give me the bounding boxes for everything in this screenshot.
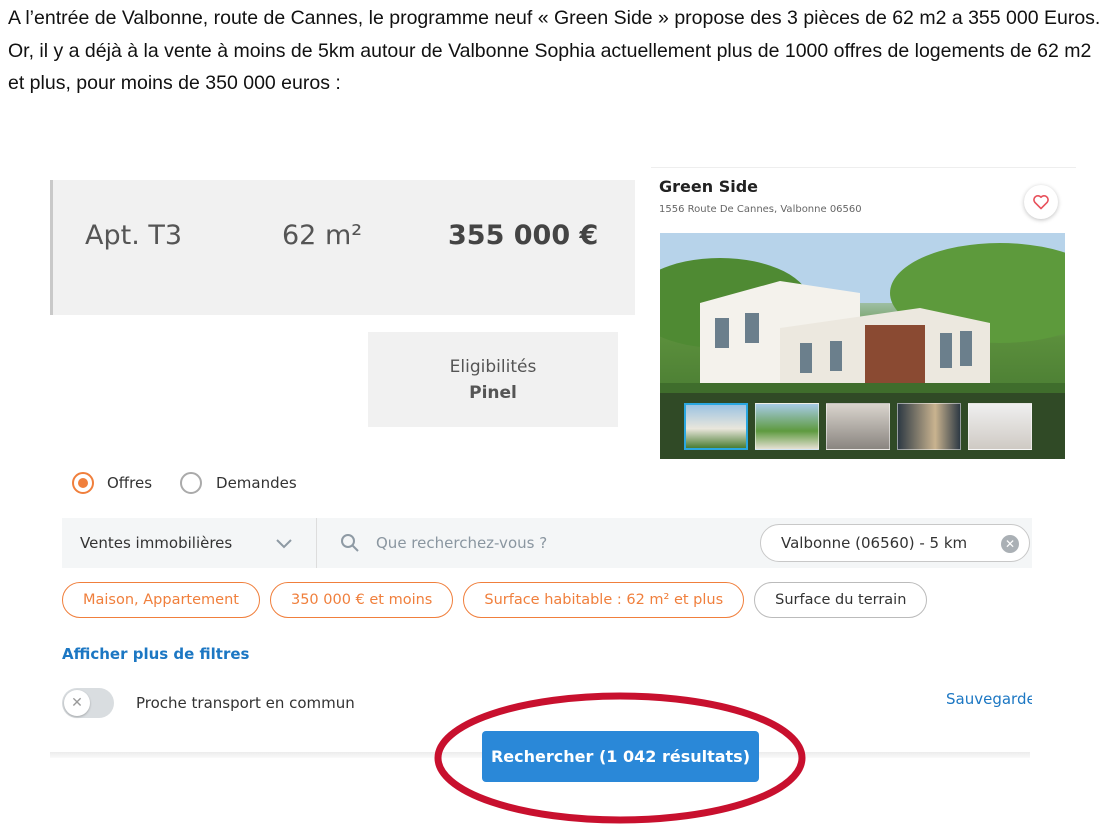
highlight-ellipse-annotation bbox=[434, 692, 806, 824]
toggle-off-icon: ✕ bbox=[64, 690, 90, 716]
radio-requests-label[interactable]: Demandes bbox=[216, 474, 297, 492]
thumbnail[interactable] bbox=[897, 402, 961, 450]
category-select[interactable]: Ventes immobilières bbox=[62, 518, 317, 568]
more-filters-link[interactable]: Afficher plus de filtres bbox=[62, 645, 249, 663]
location-filter[interactable]: Valbonne (06560) - 5 km ✕ bbox=[760, 524, 1030, 562]
search-input[interactable] bbox=[374, 533, 718, 553]
intro-paragraph: A l’entrée de Valbonne, route de Cannes,… bbox=[8, 7, 1101, 94]
filter-chips: Maison, Appartement 350 000 € et moins S… bbox=[62, 582, 928, 618]
listing-summary: Apt. T3 62 m² 355 000 € bbox=[50, 180, 635, 315]
eligibility-value: Pinel bbox=[469, 382, 517, 403]
program-title[interactable]: Green Side bbox=[659, 177, 758, 196]
program-photo[interactable] bbox=[660, 233, 1065, 459]
heart-icon bbox=[1033, 195, 1049, 210]
clear-location-icon[interactable]: ✕ bbox=[1001, 535, 1019, 553]
offer-type-radio-group: Offres Demandes bbox=[72, 472, 297, 494]
program-card[interactable]: Green Side 1556 Route De Cannes, Valbonn… bbox=[651, 167, 1076, 460]
thumbnail-strip bbox=[660, 393, 1065, 459]
chip-price[interactable]: 350 000 € et moins bbox=[269, 582, 454, 618]
chip-land-area[interactable]: Surface du terrain bbox=[754, 582, 928, 618]
save-search-button[interactable]: Sauvegarder bbox=[936, 690, 1032, 708]
transport-toggle-label[interactable]: Proche transport en commun bbox=[136, 694, 355, 712]
radio-offers-label[interactable]: Offres bbox=[107, 474, 152, 492]
category-value: Ventes immobilières bbox=[80, 534, 233, 552]
thumbnail[interactable] bbox=[968, 402, 1032, 450]
eligibility-label: Eligibilités bbox=[449, 356, 537, 377]
thumbnail[interactable] bbox=[826, 402, 890, 450]
apartment-price: 355 000 € bbox=[448, 220, 599, 251]
apartment-type: Apt. T3 bbox=[85, 220, 183, 251]
chip-property-type[interactable]: Maison, Appartement bbox=[62, 582, 260, 618]
search-icon bbox=[341, 534, 359, 552]
transport-toggle[interactable]: ✕ bbox=[62, 688, 114, 718]
program-address: 1556 Route De Cannes, Valbonne 06560 bbox=[659, 204, 862, 215]
favorite-button[interactable] bbox=[1024, 185, 1058, 219]
eligibility-box: Eligibilités Pinel bbox=[368, 332, 618, 427]
chevron-down-icon bbox=[276, 539, 292, 549]
location-value: Valbonne (06560) - 5 km bbox=[781, 534, 968, 552]
search-bar: Ventes immobilières Valbonne (06560) - 5… bbox=[62, 518, 1032, 568]
radio-offers[interactable] bbox=[72, 472, 94, 494]
thumbnail[interactable] bbox=[755, 402, 819, 450]
radio-requests[interactable] bbox=[180, 472, 203, 494]
apartment-area: 62 m² bbox=[282, 220, 363, 251]
thumbnail[interactable] bbox=[684, 402, 748, 450]
chip-living-area[interactable]: Surface habitable : 62 m² et plus bbox=[463, 582, 745, 618]
search-field[interactable] bbox=[318, 518, 743, 568]
save-search-label: Sauvegarder bbox=[946, 690, 1032, 708]
transport-toggle-row: ✕ Proche transport en commun bbox=[62, 688, 355, 718]
